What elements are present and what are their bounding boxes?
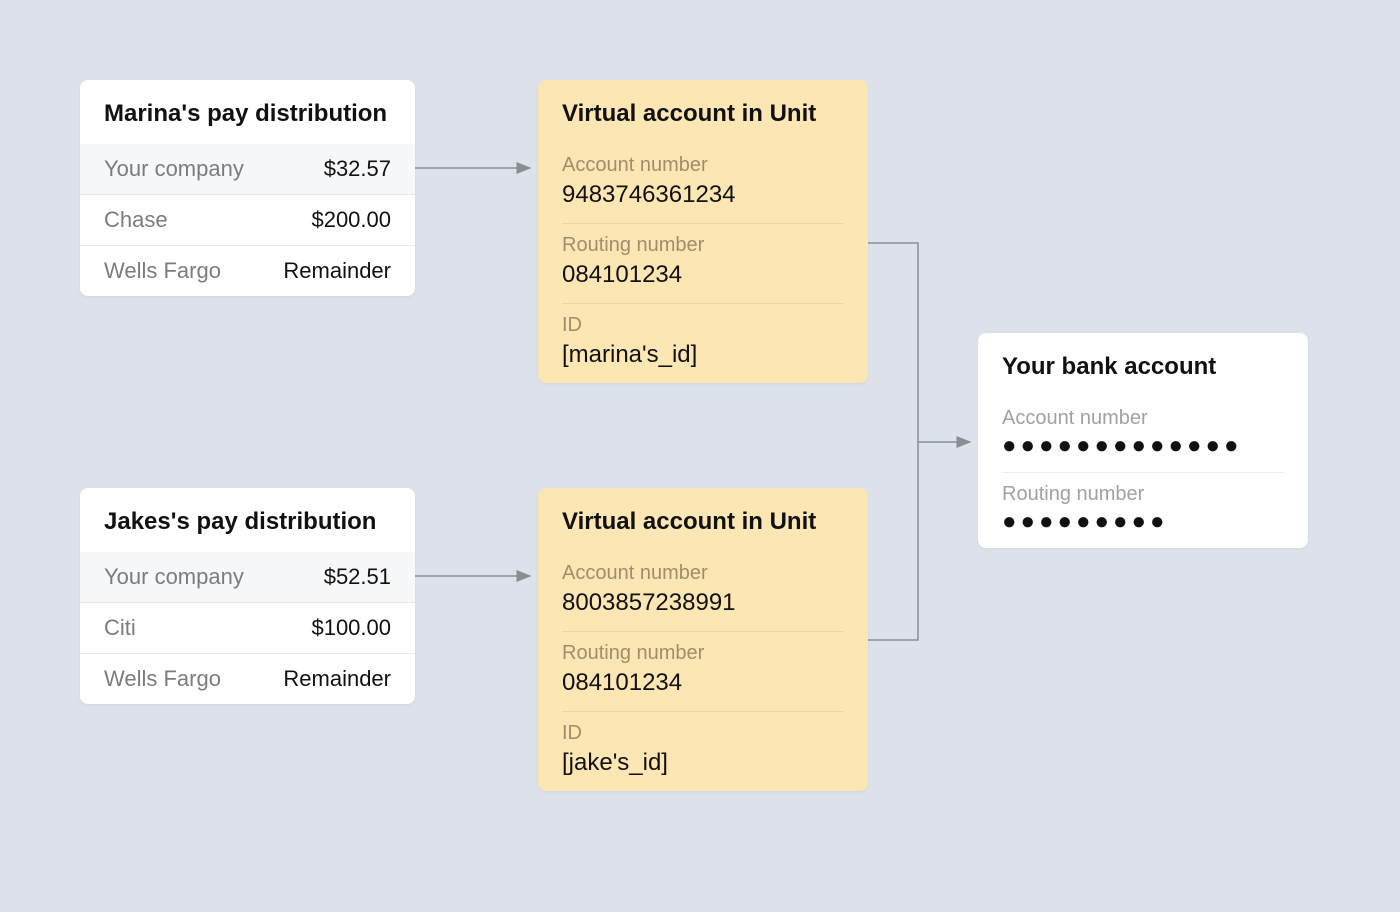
account-number-section: Account number 8003857238991 [538,552,868,631]
pay-row-value: $100.00 [311,615,391,641]
pay-row-value: $200.00 [311,207,391,233]
card-title: Your bank account [978,333,1308,397]
section-label: Account number [1002,407,1284,430]
pay-row-label: Wells Fargo [104,666,221,692]
section-value-masked: ●●●●●●●●●●●●● [1002,434,1284,458]
account-number-section: Account number ●●●●●●●●●●●●● [978,397,1308,472]
pay-row-value: $32.57 [324,156,391,182]
pay-row: Citi $100.00 [80,602,415,653]
section-label: Routing number [562,234,844,257]
pay-row-value: Remainder [283,666,391,692]
pay-row-label: Chase [104,207,168,233]
pay-row-label: Your company [104,564,244,590]
pay-row-value: Remainder [283,258,391,284]
pay-row: Your company $32.57 [80,144,415,194]
pay-row: Wells Fargo Remainder [80,653,415,704]
section-value: [jake's_id] [562,749,844,777]
pay-row-label: Your company [104,156,244,182]
section-value-masked: ●●●●●●●●● [1002,510,1284,534]
pay-distribution-marina: Marina's pay distribution Your company $… [80,80,415,296]
section-value: 084101234 [562,261,844,289]
section-label: Account number [562,154,844,177]
pay-distribution-jake: Jakes's pay distribution Your company $5… [80,488,415,704]
section-value: 8003857238991 [562,589,844,617]
pay-row-label: Citi [104,615,136,641]
section-label: Account number [562,562,844,585]
account-number-section: Account number 9483746361234 [538,144,868,223]
routing-number-section: Routing number 084101234 [538,632,868,711]
pay-row: Your company $52.51 [80,552,415,602]
section-value: 9483746361234 [562,181,844,209]
pay-row: Wells Fargo Remainder [80,245,415,296]
section-label: Routing number [1002,483,1284,506]
routing-number-section: Routing number ●●●●●●●●● [978,473,1308,548]
card-title: Virtual account in Unit [538,80,868,144]
card-title: Virtual account in Unit [538,488,868,552]
id-section: ID [marina's_id] [538,304,868,383]
card-title: Jakes's pay distribution [80,488,415,552]
section-label: ID [562,314,844,337]
pay-row-label: Wells Fargo [104,258,221,284]
pay-row: Chase $200.00 [80,194,415,245]
connector-vertical-join [868,243,918,640]
section-label: ID [562,722,844,745]
section-value: 084101234 [562,669,844,697]
virtual-account-marina: Virtual account in Unit Account number 9… [538,80,868,383]
pay-row-value: $52.51 [324,564,391,590]
bank-account-card: Your bank account Account number ●●●●●●●… [978,333,1308,548]
section-value: [marina's_id] [562,341,844,369]
routing-number-section: Routing number 084101234 [538,224,868,303]
card-title: Marina's pay distribution [80,80,415,144]
virtual-account-jake: Virtual account in Unit Account number 8… [538,488,868,791]
section-label: Routing number [562,642,844,665]
id-section: ID [jake's_id] [538,712,868,791]
